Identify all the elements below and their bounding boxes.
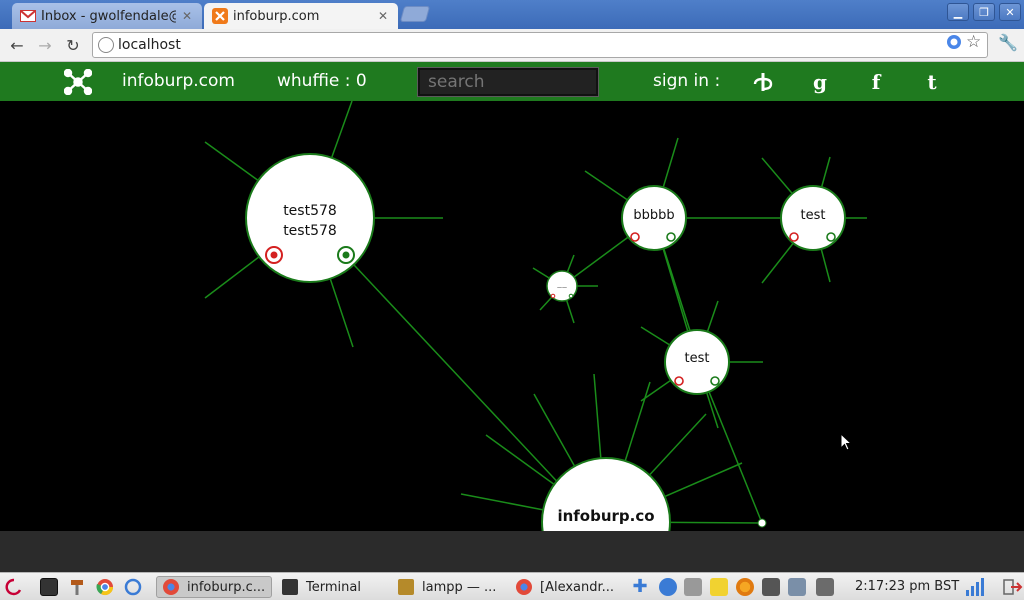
google-icon[interactable]: g — [808, 70, 832, 94]
back-icon[interactable]: ← — [5, 33, 29, 57]
refresh-launcher-icon[interactable] — [124, 578, 142, 596]
close-icon[interactable]: ✕ — [180, 9, 194, 23]
upvote-icon[interactable] — [826, 232, 836, 242]
upvote-icon[interactable] — [710, 376, 720, 386]
site-header: infoburp.com whuffie : 0 sign in : g f t — [0, 62, 1024, 101]
upvote-icon[interactable] — [568, 293, 574, 299]
tab-infoburp[interactable]: infoburp.com ✕ — [204, 3, 398, 29]
graph-svg[interactable]: test578 test578 bbbbb test —— test infob… — [0, 101, 1024, 531]
tab-inbox[interactable]: Inbox - gwolfendale@gr ✕ — [12, 3, 202, 29]
terminal-launcher-icon[interactable] — [40, 578, 58, 596]
os-taskbar: infoburp.c... Terminal lampp — ... [Alex… — [0, 572, 1024, 600]
logout-icon[interactable] — [1003, 578, 1023, 596]
preferences-icon[interactable] — [68, 578, 86, 596]
openid-icon[interactable] — [751, 70, 775, 94]
chrome-icon — [163, 579, 179, 595]
node-label: test578 — [283, 203, 337, 219]
bookmark-star-icon[interactable]: ☆ — [966, 32, 981, 52]
tab-title: Inbox - gwolfendale@gr — [41, 8, 176, 24]
display-tray-icon[interactable] — [762, 578, 780, 596]
wrench-icon[interactable]: 🔧 — [998, 32, 1018, 52]
devices-tray-icon[interactable] — [788, 578, 806, 596]
graph-node[interactable]: test578 test578 — [245, 153, 375, 283]
search-input[interactable] — [417, 67, 599, 97]
screen-tray-icon[interactable] — [816, 578, 834, 596]
gmail-icon — [20, 8, 36, 24]
forward-icon[interactable]: → — [33, 33, 57, 57]
node-label: test578 — [283, 223, 337, 239]
close-icon[interactable]: ✕ — [376, 9, 390, 23]
graph-node[interactable]: —— — [546, 270, 578, 302]
add-icon[interactable]: ✚ — [631, 578, 649, 596]
facebook-icon[interactable]: f — [864, 70, 888, 94]
site-brand[interactable]: infoburp.com — [122, 71, 235, 91]
network-logo-icon[interactable] — [64, 69, 92, 95]
mouse-cursor-icon — [840, 433, 852, 451]
node-label: —— — [557, 285, 567, 291]
close-window-button[interactable]: ✕ — [999, 3, 1021, 21]
xampp-icon — [212, 8, 228, 24]
address-url: localhost — [118, 37, 181, 53]
reload-icon[interactable]: ↻ — [61, 33, 85, 57]
graph-handle[interactable] — [757, 518, 767, 528]
google-search-icon[interactable] — [946, 32, 962, 52]
node-label: infoburp.co — [557, 507, 654, 525]
graph-node[interactable]: test — [780, 185, 846, 251]
node-label: bbbbb — [633, 208, 674, 223]
folder-icon — [398, 579, 414, 595]
browser-tabstrip: Inbox - gwolfendale@gr ✕ infoburp.com ✕ … — [0, 0, 1024, 29]
new-tab-button[interactable] — [399, 6, 431, 22]
network-tray-icon[interactable] — [659, 578, 677, 596]
node-label: test — [801, 208, 826, 223]
usb-tray-icon[interactable] — [684, 578, 702, 596]
downvote-icon[interactable] — [789, 232, 799, 242]
taskbar-task-terminal[interactable]: Terminal — [276, 576, 388, 598]
graph-canvas[interactable]: test578 test578 bbbbb test —— test infob… — [0, 101, 1024, 531]
system-clock[interactable]: 2:17:23 pm BST — [855, 579, 959, 594]
browser-toolbar: ← → ↻ localhost ☆ 🔧 — [0, 29, 1024, 62]
task-label: [Alexandr... — [540, 579, 615, 595]
page-bottom-area — [0, 531, 1024, 572]
upvote-icon[interactable] — [666, 232, 676, 242]
taskbar-task-alexandr[interactable]: [Alexandr... — [510, 576, 624, 598]
tumblr-icon[interactable]: t — [920, 70, 944, 94]
maximize-button[interactable]: ❐ — [973, 3, 995, 21]
upvote-icon[interactable] — [337, 246, 355, 264]
tab-title: infoburp.com — [233, 8, 320, 24]
whuffie-score: whuffie : 0 — [277, 71, 367, 91]
downvote-icon[interactable] — [674, 376, 684, 386]
update-tray-icon[interactable] — [736, 578, 754, 596]
chrome-icon — [516, 579, 532, 595]
address-bar[interactable]: localhost — [92, 32, 988, 58]
task-label: lampp — ... — [422, 579, 497, 595]
downvote-icon[interactable] — [265, 246, 283, 264]
debian-menu-icon[interactable] — [5, 578, 23, 596]
downvote-icon[interactable] — [550, 293, 556, 299]
graph-node[interactable]: infoburp.co — [541, 457, 671, 531]
taskbar-task-lampp[interactable]: lampp — ... — [392, 576, 506, 598]
chrome-launcher-icon[interactable] — [96, 578, 114, 596]
taskbar-task-infoburp[interactable]: infoburp.c... — [156, 576, 272, 598]
minimize-button[interactable]: ▁ — [947, 3, 969, 21]
task-label: infoburp.c... — [187, 579, 266, 595]
node-label: test — [685, 351, 710, 366]
globe-icon — [98, 37, 114, 53]
graph-node[interactable]: bbbbb — [621, 185, 687, 251]
notes-tray-icon[interactable] — [710, 578, 728, 596]
downvote-icon[interactable] — [630, 232, 640, 242]
graph-node[interactable]: test — [664, 329, 730, 395]
signin-label: sign in : — [653, 71, 721, 91]
task-label: Terminal — [306, 579, 361, 595]
terminal-icon — [282, 579, 298, 595]
wifi-signal-icon[interactable] — [965, 578, 984, 596]
